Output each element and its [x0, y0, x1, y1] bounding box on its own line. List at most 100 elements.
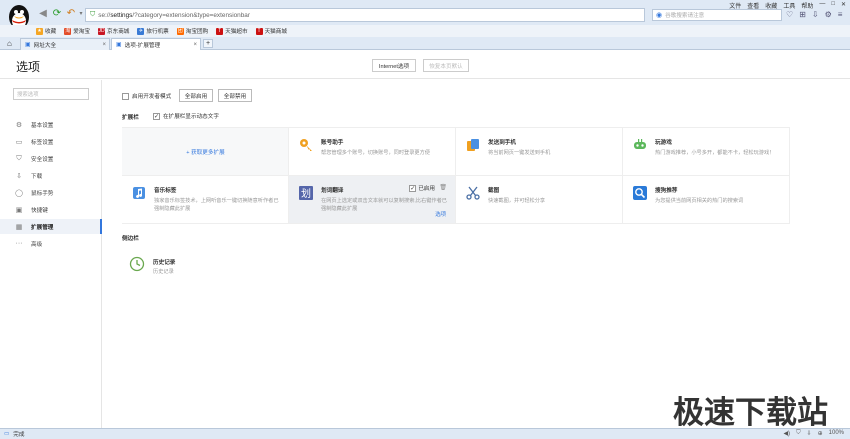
tab-extension-manager[interactable]: ▣ 选项-扩展管理 × [111, 38, 201, 50]
tab-label: 网址大全 [33, 42, 57, 49]
show-dynamic-text-toggle[interactable]: ✓ 在扩展栏显示动态文字 [153, 112, 219, 120]
speaker-icon[interactable]: ◀) [783, 430, 790, 437]
shield-icon: ⛉ [16, 154, 22, 162]
sidebar-item-gear[interactable]: ⚙ 基本设置 [0, 117, 101, 132]
get-more-link[interactable]: + 获取更多扩展 [122, 148, 289, 156]
favorite-label: 淘宝团购 [185, 29, 209, 35]
favorite-item[interactable]: T 天猫商城 [255, 27, 287, 35]
extension-desc: 帮您管理多个账号，切换账号，同时登录更方便 [321, 150, 430, 156]
sidebar-item-label: 高级 [31, 241, 43, 248]
extension-card[interactable]: 截图 快速截图，并可轻松分享 [456, 176, 623, 224]
extension-name: 发送到手机 [488, 140, 516, 146]
options-link[interactable]: 选项 [435, 210, 446, 218]
refresh-icon[interactable]: ⟳ [51, 8, 63, 20]
dev-mode-toggle[interactable]: 启用开发者模式 [122, 92, 171, 100]
favorite-item[interactable]: ★ 收藏 [36, 27, 56, 35]
extension-card[interactable]: 玩游戏 热门游戏推荐，小号多开，都能不卡，轻松玩游戏！ [623, 128, 790, 176]
security-icon[interactable]: ⛉ [796, 430, 801, 437]
watermark-logo: 极速下载站 [673, 395, 828, 431]
favorite-icon: 团 [176, 27, 184, 35]
url-text[interactable]: se://settings/?category=extension&type=e… [98, 12, 250, 19]
download-status-icon[interactable]: ⇩ [807, 430, 812, 437]
sidebar-item-tag[interactable]: ▭ 标签设置 [0, 134, 101, 149]
home-icon[interactable]: ⌂ [7, 39, 12, 48]
extension-name: 账号助手 [321, 140, 344, 146]
translate-icon: 划 [299, 186, 313, 200]
close-icon[interactable]: ✕ [841, 1, 846, 10]
menu-icon[interactable]: ≡ [838, 10, 843, 19]
tab-nav-site[interactable]: ▣ 网址大全 × [20, 38, 110, 50]
disable-all-button[interactable]: 全部禁用 [218, 89, 252, 102]
sidebar-item-extension[interactable]: ▦ 扩展管理 [0, 219, 102, 234]
address-bar[interactable]: ⛉ se://settings/?category=extension&type… [85, 8, 645, 22]
favorite-item[interactable]: T 天猫超市 [216, 27, 248, 35]
checkbox-checked[interactable]: ✓ [409, 184, 417, 192]
favorite-icon: T [255, 27, 263, 35]
extension-bar-heading: 扩展栏 [122, 115, 139, 121]
favorite-item[interactable]: JD 京东商城 [98, 27, 129, 35]
get-more-extensions-cell[interactable]: + 获取更多扩展 [122, 128, 289, 176]
close-tab-icon[interactable]: × [193, 42, 197, 48]
extension-desc: 快速截图，并可轻松分享 [488, 198, 546, 204]
checkbox-checked[interactable]: ✓ [153, 112, 160, 120]
extension-card[interactable]: 音乐标签 独家音乐标签技术，上网听音乐一键切换随意听作者已强制隐藏此扩展 [122, 176, 289, 224]
extension-card[interactable]: 发送到手机 将当前网页一键发送到手机 [456, 128, 623, 176]
extension-desc: 独家音乐标签技术，上网听音乐一键切换随意听作者已强制隐藏此扩展 [154, 198, 279, 212]
music-icon [133, 187, 145, 199]
restore-default-button[interactable]: 恢复本页默认 [423, 59, 469, 72]
extension-card[interactable]: 账号助手 帮您管理多个账号，切换账号，同时登录更方便 [289, 128, 456, 176]
sidebar-item-download[interactable]: ⇩ 下载 [0, 168, 101, 183]
settings-icon[interactable]: ⚙ [825, 10, 832, 19]
apps-icon[interactable]: ⊞ [799, 10, 806, 19]
checkbox[interactable] [122, 92, 129, 100]
settings-search-input[interactable]: 搜索选项 [13, 88, 89, 100]
extension-desc: 为您提供当前网页相关的热门的搜索词 [655, 198, 744, 204]
favorite-label: 爱淘宝 [73, 29, 90, 35]
keyboard-icon: ▣ [15, 206, 23, 214]
menu-help[interactable]: 帮助 [801, 1, 813, 10]
menu-tools[interactable]: 工具 [783, 1, 795, 10]
extension-desc: 热门游戏推荐，小号多开，都能不卡，轻松玩游戏！ [655, 150, 775, 156]
zoom-level[interactable]: 100% [829, 430, 844, 437]
minimize-icon[interactable]: — [819, 1, 825, 10]
enabled-toggle[interactable]: ✓ 已启用 [409, 184, 435, 192]
new-tab-button[interactable]: + [203, 39, 213, 48]
enable-all-button[interactable]: 全部启用 [179, 89, 213, 102]
menu-file[interactable]: 文件 [729, 1, 741, 10]
show-text-label: 在扩展栏显示动态文字 [163, 114, 219, 120]
menu-bar: 文件 查看 收藏 工具 帮助 — □ ✕ [729, 1, 846, 10]
close-tab-icon[interactable]: × [102, 42, 106, 48]
status-text: 完成 [13, 432, 25, 438]
zoom-icon[interactable]: ⊕ [818, 430, 823, 437]
shield-icon: ⛉ [90, 11, 96, 18]
sidebar-item-label: 标签设置 [31, 139, 54, 146]
back-button-icon[interactable]: ◀ [37, 8, 49, 20]
sidebar-item-shield[interactable]: ⛉ 安全设置 [0, 151, 101, 166]
maximize-icon[interactable]: □ [831, 1, 835, 10]
favorite-icon: T [216, 27, 224, 35]
menu-view[interactable]: 查看 [747, 1, 759, 10]
favorite-item[interactable]: 团淘宝团购 [176, 27, 209, 35]
sidebar-item-keyboard[interactable]: ▣ 快捷键 [0, 202, 101, 217]
trash-icon[interactable]: 🗑 [439, 184, 447, 191]
extension-desc: 历史记录 [153, 269, 174, 275]
settings-page-icon: ▣ [116, 42, 122, 48]
browser-toolbar: ◀ ⟳ ↶ ▾ ⛉ se://settings/?category=extens… [0, 0, 850, 33]
page-title: 选项 [16, 60, 41, 74]
favorite-icon: JD [98, 27, 105, 35]
search-input[interactable]: ◉ 谷歌搜索请注意 [652, 9, 782, 21]
favorite-item[interactable]: ✈ 旅行机票 [137, 27, 169, 35]
extension-icon: ▦ [15, 223, 23, 231]
download-icon[interactable]: ⇩ [812, 10, 819, 19]
toolbar-icons: ♡ ⊞ ⇩ ⚙ ≡ [786, 10, 842, 19]
favorite-item[interactable]: 淘爱淘宝 [64, 27, 90, 35]
search-engine-icon[interactable]: ◉ [656, 11, 662, 19]
extension-card-selected[interactable]: 划 划词翻译 在网页上选定或双击文本就可以复制搜索,比右键作者已强制隐藏此扩展 … [289, 176, 456, 224]
menu-favorites[interactable]: 收藏 [765, 1, 777, 10]
sidebar-item-label: 快捷键 [31, 207, 48, 214]
sidebar-item-more[interactable]: ··· 高级 [0, 236, 101, 251]
extension-card[interactable]: 搜狗推荐 为您提供当前网页相关的热门的搜索词 [623, 176, 790, 224]
sidebar-item-mouse[interactable]: ◯ 鼠标手势 [0, 185, 101, 200]
heart-icon[interactable]: ♡ [786, 10, 793, 19]
internet-options-button[interactable]: Internet选项 [372, 59, 416, 72]
